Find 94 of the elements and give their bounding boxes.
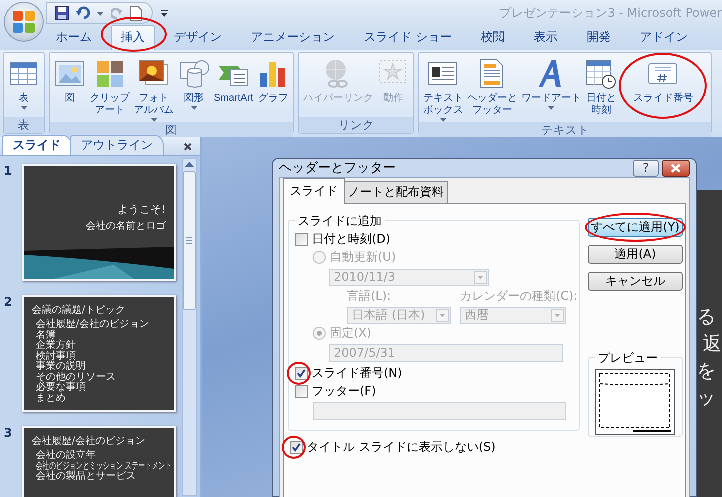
- slide-bullet: 名簿: [36, 330, 56, 340]
- checkbox[interactable]: [295, 366, 308, 380]
- slide-title: 会議の議題/トピック: [31, 304, 126, 318]
- slide-bullet: まとめ: [36, 394, 66, 404]
- ribbon-button[interactable]: テキスト ボックス: [422, 56, 464, 122]
- close-icon: [671, 164, 681, 172]
- slide-text: 返: [702, 332, 722, 357]
- field-label: 言語(L):: [347, 288, 392, 305]
- check-icon: [292, 442, 301, 452]
- clipart-icon: [94, 58, 126, 90]
- slide-bullet: 会社の製品とサービス: [36, 472, 136, 482]
- close-icon[interactable]: [184, 143, 192, 151]
- customize-menu-icon[interactable]: [161, 10, 168, 16]
- slide-number: 1: [4, 164, 14, 180]
- ribbon-tab[interactable]: ホーム: [46, 25, 102, 50]
- undo-menu-caret-icon: [97, 12, 104, 16]
- radio-label: 固定(X): [330, 324, 372, 342]
- ribbon-button[interactable]: SmartArt: [213, 56, 254, 105]
- slide-bullet: その他のリソース: [36, 372, 116, 382]
- ribbon-button[interactable]: スライド番号: [632, 56, 694, 105]
- new-document-icon[interactable]: [130, 6, 142, 20]
- checkbox[interactable]: [295, 232, 308, 246]
- slide-bullet: 検討事項: [36, 352, 76, 362]
- ribbon-tab[interactable]: 表示: [524, 25, 568, 50]
- checkbox-label: スライド番号(N): [312, 364, 402, 382]
- ribbon-tab[interactable]: スライド ショー: [354, 25, 462, 50]
- input-field[interactable]: [313, 402, 566, 420]
- ribbon-button[interactable]: 表: [7, 56, 41, 110]
- ribbon-button[interactable]: 日付と 時刻: [584, 56, 618, 117]
- slide-text: る: [697, 305, 717, 330]
- radio-label: 自動更新(U): [330, 248, 396, 266]
- group-label: テキスト: [419, 122, 712, 138]
- dialog-button[interactable]: すべてに適用(Y): [588, 218, 683, 237]
- ribbon-button[interactable]: 図形: [177, 56, 211, 110]
- ribbon-tab[interactable]: 校閲: [470, 25, 515, 50]
- checkbox[interactable]: [290, 440, 303, 454]
- slide-title: ようこそ!: [116, 202, 167, 217]
- slide-number: 3: [4, 426, 14, 442]
- checkbox-label: タイトル スライドに表示しない(S): [307, 438, 496, 456]
- window-title: プレゼンテーション3 - Microsoft Power: [500, 4, 722, 22]
- dialog-button[interactable]: キャンセル: [588, 272, 683, 291]
- caret-icon: [190, 106, 198, 110]
- slide-text: ッ: [697, 386, 717, 411]
- ribbon-button[interactable]: 図: [53, 56, 87, 105]
- dialog-tab[interactable]: スライド: [283, 178, 345, 204]
- pane-tab[interactable]: スライド: [2, 135, 72, 155]
- ribbon-button[interactable]: フォト アルバム: [133, 56, 175, 122]
- ribbon-tab[interactable]: デザイン: [164, 25, 232, 50]
- checkbox-label: 日付と時刻(D): [312, 230, 391, 248]
- slide-thumbnail[interactable]: ようこそ! 会社の名前とロゴ: [22, 164, 176, 281]
- ribbon-button[interactable]: クリップ アート: [89, 56, 131, 117]
- field-label: カレンダーの種類(C):: [460, 288, 578, 305]
- dialog-button[interactable]: 適用(A): [588, 245, 683, 264]
- group-label: リンク: [299, 117, 414, 133]
- dialog-title: ヘッダーとフッター: [279, 160, 396, 177]
- scrollbar[interactable]: [182, 158, 197, 496]
- ribbon-button[interactable]: ワードアート: [520, 56, 582, 110]
- calendar-icon: [585, 58, 618, 90]
- office-logo-icon: [12, 10, 36, 34]
- slide-subtitle: 会社の名前とロゴ: [85, 220, 167, 233]
- ribbon-button[interactable]: グラフ: [256, 56, 290, 105]
- save-icon[interactable]: [55, 6, 69, 20]
- caret-icon: [548, 106, 555, 110]
- undo-icon[interactable]: [76, 6, 90, 20]
- slide-bullet: 会社の設立年: [36, 451, 96, 461]
- slide-bullet: 必要な事項: [36, 383, 86, 393]
- radio-button[interactable]: [313, 250, 326, 264]
- group-label: スライドに追加: [295, 213, 385, 230]
- slide-bullet: 事業の説明: [36, 362, 86, 372]
- ribbon-tab[interactable]: 挿入: [111, 25, 155, 50]
- ribbon-tab[interactable]: アニメーション: [241, 25, 345, 50]
- ribbon-tab[interactable]: アドイン: [630, 25, 698, 50]
- dialog-tab[interactable]: ノートと配布資料: [344, 181, 448, 203]
- close-button[interactable]: [662, 160, 690, 176]
- redo-icon[interactable]: [111, 6, 123, 20]
- check-icon: [297, 368, 306, 378]
- ribbon-tab[interactable]: 開発: [576, 25, 621, 50]
- pane-tab[interactable]: アウトライン: [70, 135, 164, 155]
- slide-thumbnail[interactable]: 会社履歴/会社のビジョン 会社の設立年 会社のビジョンとミッション ステートメント 会社の製品とサービス: [22, 426, 176, 497]
- radio-button[interactable]: [313, 326, 326, 340]
- ribbon-button[interactable]: ヘッダーと フッター: [466, 56, 518, 117]
- slide-title: 会社履歴/会社のビジョン: [31, 434, 146, 449]
- slide-text: を: [697, 359, 717, 384]
- slide-number: 2: [4, 295, 14, 311]
- slide-bullet: 会社のビジョンとミッション ステートメント: [36, 462, 172, 472]
- checkbox-label: フッター(F): [312, 382, 376, 400]
- help-button[interactable]: ?: [633, 160, 659, 176]
- caret-icon: [20, 106, 28, 110]
- shapes-icon: [178, 58, 210, 90]
- slide-bullet: 会社履歴/会社のビジョン: [36, 320, 150, 330]
- slide-thumbnail[interactable]: 会議の議題/トピック 会社履歴/会社のビジョン 名簿 企業方針 検討事項 事業の説明 その他のリソース 必要な事項 まとめ: [22, 295, 176, 412]
- checkbox[interactable]: [295, 384, 308, 398]
- slide-bullet: 企業方針: [36, 341, 76, 351]
- group-label: 表: [4, 117, 44, 133]
